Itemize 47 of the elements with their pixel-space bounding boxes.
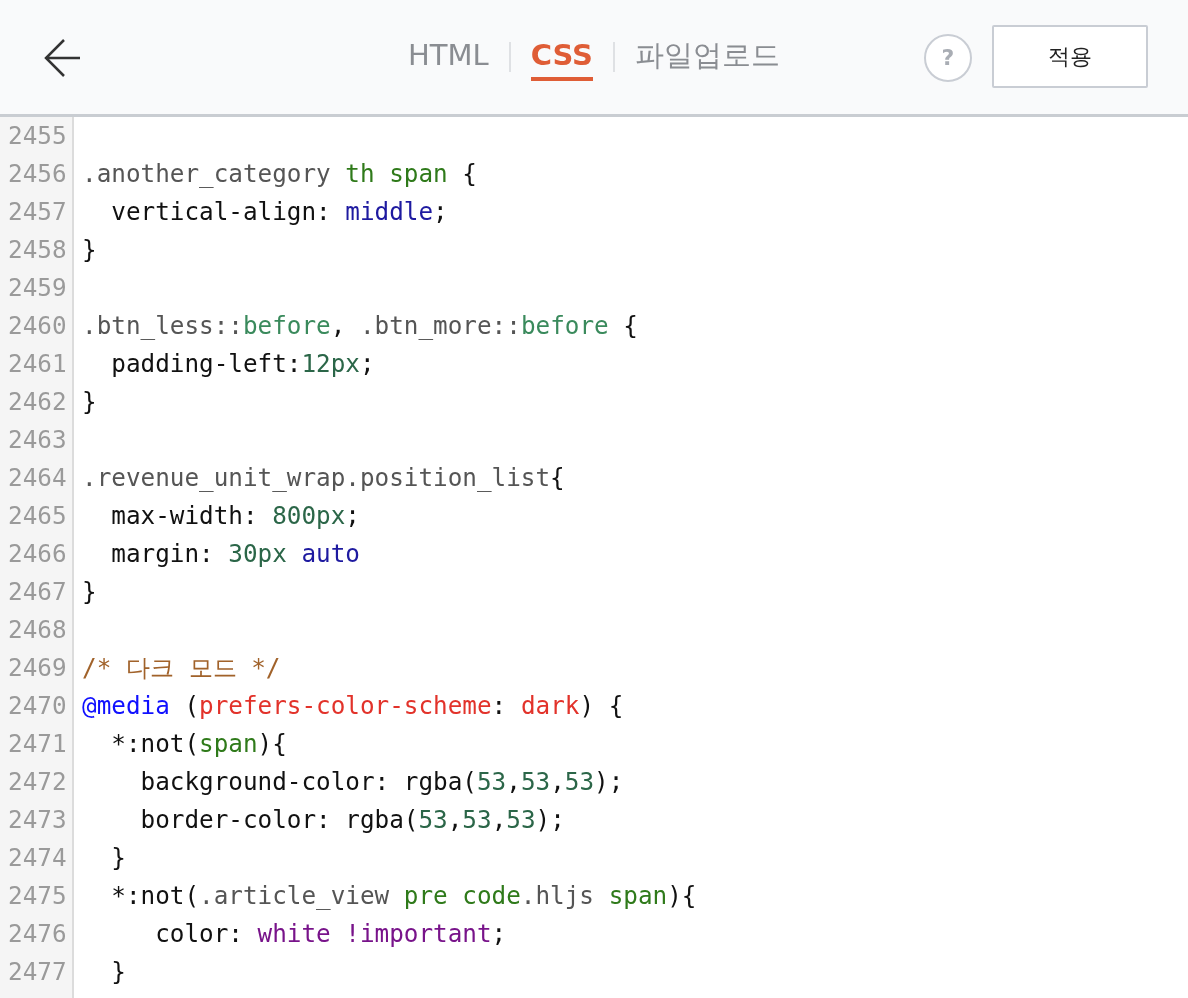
line-number: 2474 — [7, 842, 68, 874]
help-button[interactable]: ? — [924, 34, 972, 82]
code-line: *:not(span){ — [110, 728, 288, 760]
code-line: } — [82, 576, 98, 608]
line-number: 2464 — [7, 462, 68, 494]
line-number: 2457 — [7, 196, 68, 228]
code-line: background-color: rgba(53,53,53); — [139, 766, 625, 798]
code-line: vertical-align: middle; — [110, 196, 449, 228]
line-number: 2456 — [7, 158, 68, 190]
line-number: 2461 — [7, 348, 68, 380]
line-number: 2466 — [7, 538, 68, 570]
tab[interactable]: 파일업로드 — [635, 34, 780, 81]
line-number: 2460 — [7, 310, 68, 342]
line-number: 2477 — [7, 956, 68, 988]
code-line: max-width: 800px; — [110, 500, 361, 532]
code-line: /* 다크 모드 */ — [82, 652, 282, 684]
line-number: 2458 — [7, 234, 68, 266]
line-number: 2468 — [7, 614, 68, 646]
apply-button[interactable]: 적용 — [992, 25, 1148, 88]
line-number: 2467 — [7, 576, 68, 608]
code-line: margin: 30px auto — [110, 538, 361, 570]
code-line: border-color: rgba(53,53,53); — [139, 804, 566, 836]
line-number: 2473 — [7, 804, 68, 836]
code-line: .revenue_unit_wrap.position_list{ — [82, 462, 566, 494]
tab[interactable]: CSS — [530, 34, 593, 81]
line-number: 2476 — [7, 918, 68, 950]
line-number: 2462 — [7, 386, 68, 418]
line-number: 2470 — [7, 690, 68, 722]
line-number: 2465 — [7, 500, 68, 532]
code-line: } — [82, 386, 98, 418]
tab[interactable]: HTML — [408, 34, 489, 81]
code-line: padding-left:12px; — [110, 348, 376, 380]
line-number: 2455 — [7, 120, 68, 152]
line-number: 2472 — [7, 766, 68, 798]
code-line: } — [110, 956, 127, 988]
code-line: color: white !important; — [154, 918, 508, 950]
code-line: } — [82, 234, 98, 266]
code-line: .another_category th span { — [82, 158, 478, 190]
code-line: @media (prefers-color-scheme: dark) { — [82, 690, 625, 722]
line-number: 2463 — [7, 424, 68, 456]
line-number: 2471 — [7, 728, 68, 760]
line-number: 2459 — [7, 272, 68, 304]
code-line: *:not(.article_view pre code.hljs span){ — [110, 880, 698, 912]
code-line: .btn_less::before, .btn_more::before { — [82, 310, 639, 342]
line-number: 2475 — [7, 880, 68, 912]
line-number: 2469 — [7, 652, 68, 684]
code-line: } — [110, 842, 127, 874]
